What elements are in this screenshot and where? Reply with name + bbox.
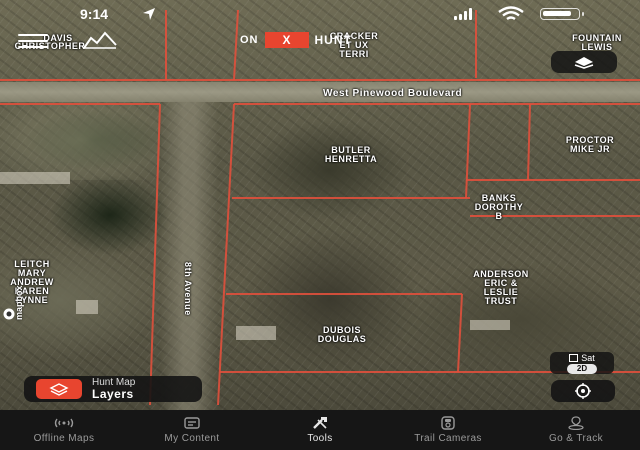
- map-layers-quick-button[interactable]: [551, 51, 617, 73]
- parcel-label-banks[interactable]: BANKS DOROTHY B: [468, 194, 530, 221]
- view-mode-toggle[interactable]: 2D: [567, 364, 597, 374]
- tab-my-content[interactable]: My Content: [137, 416, 247, 444]
- tab-label: Offline Maps: [33, 433, 95, 444]
- tab-offline-maps[interactable]: Offline Maps: [9, 416, 119, 444]
- my-content-icon: [184, 417, 200, 429]
- wifi-icon: [498, 6, 524, 20]
- offline-maps-icon: [54, 418, 74, 428]
- parcel-label-proctor[interactable]: PROCTOR MIKE JR: [550, 136, 630, 154]
- status-bar: 9:14: [0, 0, 640, 28]
- road-label-horizontal: West Pinewood Boulevard: [323, 88, 463, 99]
- trail-camera-icon: [441, 416, 455, 430]
- parcel-boundaries: [0, 9, 640, 406]
- mapbox-attribution[interactable]: mapbox: [2, 262, 24, 320]
- tab-label: Trail Cameras: [414, 433, 482, 444]
- tab-go-track[interactable]: Go & Track: [521, 416, 631, 444]
- map-view[interactable]: West Pinewood Boulevard 8th Avenue CHRIS…: [0, 0, 640, 410]
- battery-level: [543, 11, 572, 16]
- layers-icon: [36, 379, 82, 399]
- parcel-label-butler[interactable]: BUTLER HENRETTA: [306, 146, 396, 164]
- elevation-chart-icon[interactable]: [82, 30, 118, 50]
- location-target-icon: [575, 383, 591, 399]
- cellular-signal-icon: [454, 8, 472, 20]
- parcel-label-fountain[interactable]: FOUNTAIN LEWIS: [558, 34, 636, 52]
- basemap-toggle[interactable]: Sat 2D: [550, 352, 614, 374]
- logo-hunt-text: HUNT: [314, 33, 352, 47]
- menu-button[interactable]: [18, 30, 48, 50]
- tab-label: Go & Track: [548, 433, 603, 444]
- parcel-label-dubois[interactable]: DUBOIS DOUGLAS: [300, 326, 384, 344]
- bottom-tab-bar: Offline Maps My Content Tools Trail Came…: [0, 410, 640, 450]
- status-time: 9:14: [80, 6, 109, 22]
- tools-icon: [313, 417, 327, 429]
- go-track-icon: [568, 416, 584, 430]
- battery-icon: [540, 8, 584, 20]
- satellite-icon: [569, 354, 579, 362]
- tab-label: My Content: [164, 433, 220, 444]
- layers-title: Layers: [92, 387, 134, 401]
- tab-trail-cameras[interactable]: Trail Cameras: [393, 416, 503, 444]
- hunt-map-layers-button[interactable]: Hunt Map Layers: [24, 376, 202, 402]
- locate-me-button[interactable]: [551, 380, 615, 402]
- tab-tools[interactable]: Tools: [265, 416, 375, 444]
- parcel-label-anderson[interactable]: ANDERSON ERIC & LESLIE TRUST: [456, 270, 546, 306]
- logo-x-text: X: [264, 32, 309, 48]
- onx-hunt-logo: ON X HUNT: [240, 31, 352, 49]
- mapbox-text: mapbox: [14, 285, 24, 320]
- tab-label: Tools: [307, 433, 333, 444]
- layers-stack-icon: [574, 57, 594, 69]
- location-arrow-icon: [143, 8, 155, 20]
- road-label-vertical: 8th Avenue: [183, 262, 193, 316]
- logo-on-text: ON: [240, 34, 259, 46]
- basemap-label: Sat: [581, 353, 595, 363]
